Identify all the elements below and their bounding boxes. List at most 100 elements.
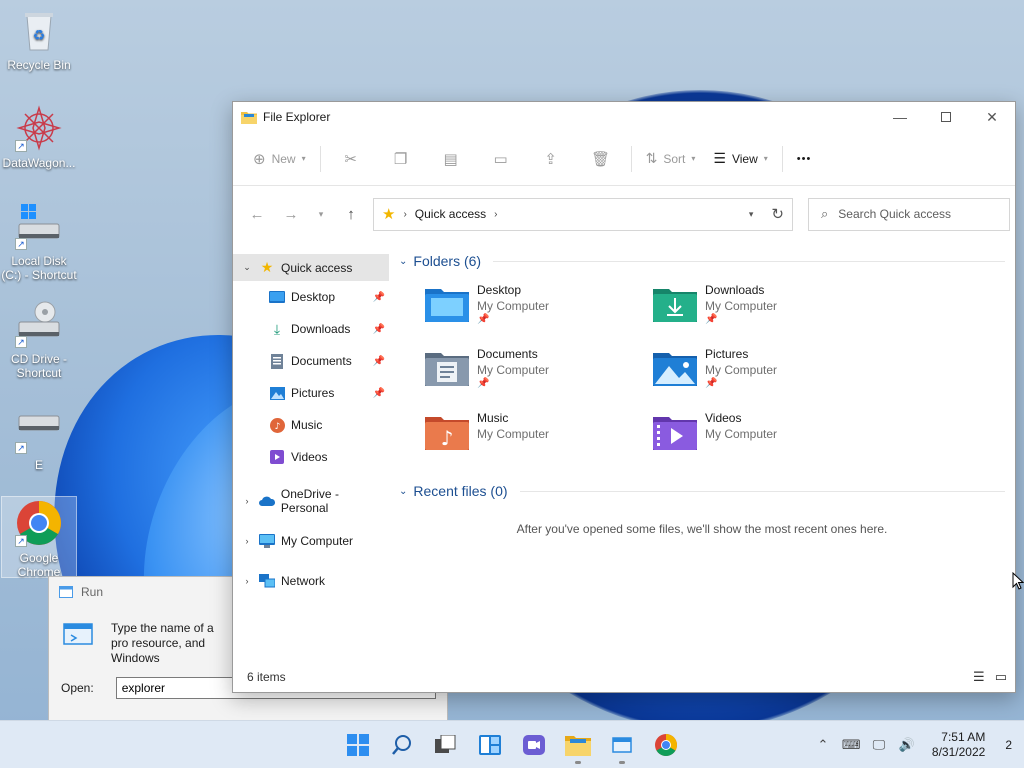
maximize-button[interactable] — [923, 102, 969, 132]
search-taskbar-button[interactable] — [382, 725, 422, 765]
search-box[interactable]: ⌕ — [808, 197, 1010, 231]
show-hidden-icons-button[interactable]: ⌃ — [814, 737, 832, 753]
navigation-bar: ← → ▾ ↑ ★ › Quick access › ▾ ↻ ⌕ — [233, 186, 1015, 242]
keyboard-icon[interactable]: ⌨ — [842, 737, 861, 753]
chevron-right-icon[interactable]: › — [241, 536, 253, 546]
sidebar-item-desktop[interactable]: Desktop 📌 — [233, 281, 389, 313]
command-separator — [781, 145, 783, 172]
desktop-icon-google-chrome[interactable]: ↗ Google Chrome — [1, 496, 77, 579]
view-button[interactable]: ☰ View ▾ — [705, 143, 775, 175]
new-button[interactable]: ⊕ New ▾ — [245, 143, 314, 175]
delete-button[interactable]: 🗑 — [577, 143, 625, 175]
run-description: Type the name of a pro resource, and Win… — [111, 621, 214, 665]
sidebar-item-videos[interactable]: Videos — [233, 441, 389, 473]
folder-tile-desktop[interactable]: Desktop My Computer 📌 — [425, 282, 653, 334]
start-button[interactable] — [338, 725, 378, 765]
scissors-icon: ✂ — [344, 150, 357, 168]
clock[interactable]: 7:51 AM 8/31/2022 — [926, 730, 991, 760]
pin-icon[interactable]: 📌 — [373, 356, 385, 367]
sidebar-item-label: Pictures — [291, 386, 335, 400]
folder-name: Music — [477, 411, 509, 425]
task-view-button[interactable] — [426, 725, 466, 765]
details-view-icon[interactable]: ☰ — [973, 669, 985, 685]
recent-files-section-header[interactable]: ⌄ Recent files (0) — [399, 480, 1005, 502]
copy-icon: ❐ — [393, 150, 408, 168]
sidebar-item-pictures[interactable]: Pictures 📌 — [233, 377, 389, 409]
see-more-button[interactable]: ••• — [789, 143, 820, 175]
folder-tile-documents[interactable]: Documents My Computer 📌 — [425, 346, 653, 398]
folder-tile-downloads[interactable]: Downloads My Computer 📌 — [653, 282, 881, 334]
sidebar-item-music[interactable]: ♪ Music — [233, 409, 389, 441]
sidebar-item-documents[interactable]: Documents 📌 — [233, 345, 389, 377]
chevron-down-icon[interactable]: ⌄ — [399, 256, 407, 267]
desktop-icon-datawagon[interactable]: ↗ DataWagon... — [1, 104, 77, 170]
cut-button[interactable]: ✂ — [327, 143, 375, 175]
explorer-title-bar[interactable]: File Explorer — ✕ — [233, 102, 1015, 132]
pin-icon[interactable]: 📌 — [373, 324, 385, 335]
teams-chat-button[interactable] — [514, 725, 554, 765]
sidebar-item-quick-access[interactable]: ⌄ ★ Quick access — [233, 254, 389, 281]
file-explorer-taskbar-button[interactable] — [558, 725, 598, 765]
chevron-down-icon: ▾ — [763, 154, 768, 163]
minimize-button[interactable]: — — [877, 102, 923, 132]
folders-section-header[interactable]: ⌄ Folders (6) — [399, 250, 1005, 272]
copy-button[interactable]: ❐ — [377, 143, 425, 175]
chevron-down-icon[interactable]: ⌄ — [241, 262, 253, 273]
up-button[interactable]: ↑ — [335, 198, 367, 230]
rename-button[interactable]: ▭ — [477, 143, 525, 175]
chevron-down-icon[interactable]: ⌄ — [399, 486, 407, 497]
sort-button[interactable]: ⇅ Sort ▾ — [638, 143, 704, 175]
chevron-right-icon[interactable]: › — [241, 576, 253, 586]
refresh-icon[interactable]: ↻ — [771, 205, 784, 223]
search-input[interactable] — [838, 207, 989, 221]
search-icon — [392, 735, 411, 755]
desktop-icon-label: Local Disk (C:) - Shortcut — [1, 254, 77, 282]
sidebar-item-my-computer[interactable]: › My Computer — [233, 521, 389, 561]
folder-location: My Computer — [705, 427, 778, 441]
share-button[interactable]: ⇪ — [527, 143, 575, 175]
run-taskbar-button[interactable] — [602, 725, 642, 765]
chevron-right-icon[interactable]: › — [241, 496, 253, 506]
shortcut-arrow-icon: ↗ — [15, 140, 27, 152]
widgets-button[interactable] — [470, 725, 510, 765]
close-button[interactable]: ✕ — [969, 102, 1015, 132]
desktop-icon-cd-drive[interactable]: ↗ CD Drive - Shortcut — [1, 300, 77, 380]
chrome-taskbar-button[interactable] — [646, 725, 686, 765]
pin-icon[interactable]: 📌 — [373, 292, 385, 303]
desktop-icon-local-disk[interactable]: ↗ Local Disk (C:) - Shortcut — [1, 202, 77, 282]
folder-location: My Computer — [705, 363, 778, 377]
address-dropdown-icon[interactable]: ▾ — [749, 209, 754, 220]
breadcrumb-chevron-icon[interactable]: › — [494, 209, 497, 220]
sidebar-item-network[interactable]: › Network — [233, 561, 389, 601]
forward-button[interactable]: → — [275, 198, 307, 230]
sidebar-item-onedrive[interactable]: › OneDrive - Personal — [233, 481, 389, 521]
tiles-view-icon[interactable]: ▭ — [995, 669, 1007, 685]
folder-tile-pictures[interactable]: Pictures My Computer 📌 — [653, 346, 881, 398]
chevron-down-icon: ▾ — [318, 208, 324, 219]
file-explorer-window[interactable]: File Explorer — ✕ ⊕ New ▾ ✂ ❐ ▤ ▭ ⇪ 🗑 ⇅ … — [232, 101, 1016, 693]
volume-icon[interactable]: 🔊 — [898, 737, 916, 753]
sidebar-item-downloads[interactable]: ⤓ Downloads 📌 — [233, 313, 389, 345]
folder-tile-videos[interactable]: Videos My Computer — [653, 410, 881, 462]
address-bar[interactable]: ★ › Quick access › ▾ ↻ — [373, 197, 793, 231]
clipboard-icon: ▤ — [443, 150, 458, 168]
desktop-icon-e-drive[interactable]: ↗ E — [1, 406, 77, 472]
recent-locations-button[interactable]: ▾ — [309, 198, 333, 230]
desktop-icon-recycle-bin[interactable]: ♻ Recycle Bin — [1, 6, 77, 72]
network-status-icon[interactable]: 🖵 — [870, 737, 888, 753]
videos-icon — [269, 449, 285, 465]
breadcrumb-quick-access[interactable]: Quick access — [415, 207, 486, 221]
pictures-folder-icon — [653, 350, 697, 388]
desktop-folder-icon — [425, 286, 469, 324]
paste-button[interactable]: ▤ — [427, 143, 475, 175]
desktop-icon-label: CD Drive - Shortcut — [11, 352, 67, 380]
back-button[interactable]: ← — [241, 198, 273, 230]
folder-tile-music[interactable]: ♪ Music My Computer — [425, 410, 653, 462]
notification-count-badge[interactable]: 2 — [1001, 738, 1016, 752]
pin-icon[interactable]: 📌 — [373, 388, 385, 399]
search-icon: ⌕ — [821, 206, 829, 221]
run-open-label: Open: — [61, 681, 94, 695]
folder-name: Pictures — [705, 347, 749, 361]
run-icon — [612, 737, 632, 753]
arrow-left-icon: ← — [249, 205, 265, 223]
